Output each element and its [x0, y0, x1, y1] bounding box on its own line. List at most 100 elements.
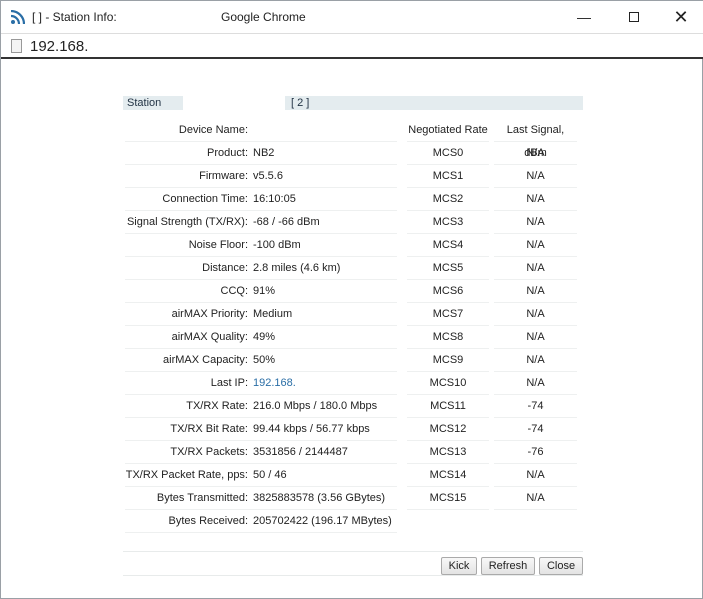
info-label: airMAX Priority: — [171, 308, 248, 320]
rate-cell: MCS8 — [407, 326, 489, 349]
signal-cell: N/A — [494, 487, 577, 510]
info-label: airMAX Quality: — [171, 331, 248, 343]
rate-row: MCS8 N/A — [407, 326, 577, 349]
info-row: Device Name: — [125, 119, 397, 142]
info-row: airMAX Priority: Medium — [125, 303, 397, 326]
signal-cell: -76 — [494, 441, 577, 464]
info-value: 3825883578 (3.56 GBytes) — [253, 492, 386, 504]
signal-cell: N/A — [494, 280, 577, 303]
rate-cell: MCS12 — [407, 418, 489, 441]
signal-cell: N/A — [494, 349, 577, 372]
info-label: TX/RX Packets: — [170, 446, 248, 458]
info-value: 2.8 miles (4.6 km) — [253, 262, 341, 274]
window-title: [ ] - Station Info: — [32, 10, 117, 24]
info-row: Last IP: 192.168. — [125, 372, 397, 395]
rate-row: MCS6 N/A — [407, 280, 577, 303]
station-header: Station — [123, 96, 183, 110]
rates-header: Negotiated Rate Last Signal, dBm — [407, 119, 577, 159]
info-value: 216.0 Mbps / 180.0 Mbps — [253, 400, 378, 412]
rate-row: MCS12 -74 — [407, 418, 577, 441]
info-value: -100 dBm — [253, 239, 301, 251]
info-label: Noise Floor: — [188, 239, 248, 251]
info-label: Firmware: — [199, 170, 248, 182]
info-label: TX/RX Packet Rate, pps: — [125, 469, 248, 481]
info-row: airMAX Quality: 49% — [125, 326, 397, 349]
info-value: 91% — [253, 285, 276, 297]
rate-cell: MCS15 — [407, 487, 489, 510]
rate-row: MCS10 N/A — [407, 372, 577, 395]
rss-icon — [11, 10, 25, 24]
rate-cell: MCS6 — [407, 280, 489, 303]
url-text: 192.168. — [30, 38, 89, 55]
rate-cell: MCS13 — [407, 441, 489, 464]
divider — [123, 575, 583, 576]
info-label: TX/RX Bit Rate: — [170, 423, 248, 435]
signal-cell: N/A — [494, 257, 577, 280]
info-row: Firmware: v5.5.6 — [125, 165, 397, 188]
info-row: TX/RX Rate: 216.0 Mbps / 180.0 Mbps — [125, 395, 397, 418]
rate-row: MCS5 N/A — [407, 257, 577, 280]
info-label: CCQ: — [220, 285, 249, 297]
info-label: Signal Strength (TX/RX): — [126, 216, 248, 228]
rate-row: MCS0 N/A — [407, 142, 577, 165]
rate-row: MCS14 N/A — [407, 464, 577, 487]
rate-row: MCS2 N/A — [407, 188, 577, 211]
last-ip-link[interactable]: 192.168. — [253, 377, 397, 389]
signal-cell: N/A — [494, 464, 577, 487]
info-label: TX/RX Rate: — [186, 400, 248, 412]
rate-cell: MCS14 — [407, 464, 489, 487]
rate-cell: MCS2 — [407, 188, 489, 211]
info-row: Bytes Transmitted: 3825883578 (3.56 GByte… — [125, 487, 397, 510]
signal-cell: N/A — [494, 211, 577, 234]
info-row: TX/RX Packet Rate, pps: 50 / 46 — [125, 464, 397, 487]
info-row: airMAX Capacity: 50% — [125, 349, 397, 372]
signal-cell: -74 — [494, 395, 577, 418]
rate-cell: MCS3 — [407, 211, 489, 234]
rate-row: MCS7 N/A — [407, 303, 577, 326]
maximize-button[interactable] — [614, 5, 654, 29]
address-bar[interactable]: 192.168. — [1, 33, 703, 59]
info-value: 49% — [253, 331, 276, 343]
info-row: Bytes Received: 205702422 (196.17 MBytes) — [125, 510, 397, 533]
rate-cell: MCS7 — [407, 303, 489, 326]
close-button[interactable]: Close — [539, 557, 583, 575]
maximize-icon — [629, 12, 639, 22]
info-label: airMAX Capacity: — [163, 354, 248, 366]
kick-button[interactable]: Kick — [441, 557, 477, 575]
signal-cell: N/A — [494, 234, 577, 257]
info-row: TX/RX Bit Rate: 99.44 kbps / 56.77 kbps — [125, 418, 397, 441]
info-value: 99.44 kbps / 56.77 kbps — [253, 423, 370, 435]
signal-cell: -74 — [494, 418, 577, 441]
info-label: Connection Time: — [162, 193, 248, 205]
info-row: Noise Floor: -100 dBm — [125, 234, 397, 257]
minimize-button[interactable]: — — [564, 5, 604, 29]
info-row: Distance: 2.8 miles (4.6 km) — [125, 257, 397, 280]
signal-cell: N/A — [494, 165, 577, 188]
rate-row: MCS9 N/A — [407, 349, 577, 372]
signal-cell: N/A — [494, 303, 577, 326]
refresh-button[interactable]: Refresh — [481, 557, 535, 575]
close-window-button[interactable]: ✕ — [661, 5, 701, 29]
rate-row: MCS3 N/A — [407, 211, 577, 234]
info-label: Last IP: — [210, 377, 248, 389]
info-value: 3531856 / 2144487 — [253, 446, 348, 458]
rate-row: MCS4 N/A — [407, 234, 577, 257]
title-bar: [ ] - Station Info: Google Chrome — ✕ — [1, 1, 703, 33]
column-header: Last Signal, dBm — [494, 119, 577, 159]
station-id: [ 2 ] — [285, 96, 583, 110]
info-row: Product: NB2 — [125, 142, 397, 165]
info-value: 205702422 (196.17 MBytes) — [253, 515, 392, 527]
page-icon — [11, 39, 22, 53]
rate-row: MCS11 -74 — [407, 395, 577, 418]
info-row: Signal Strength (TX/RX): -68 / -66 dBm — [125, 211, 397, 234]
info-label: Device Name: — [178, 124, 248, 136]
info-value: v5.5.6 — [253, 170, 283, 182]
station-info-table: Device Name: Product: NB2 Firmware: v5.5.6 Co… — [125, 119, 397, 533]
info-row: Connection Time: 16:10:05 — [125, 188, 397, 211]
rate-cell: MCS0 — [407, 142, 489, 165]
info-label: Distance: — [202, 262, 248, 274]
info-value: NB2 — [253, 147, 275, 159]
rate-cell: MCS10 — [407, 372, 489, 395]
info-value: 50% — [253, 354, 276, 366]
rate-row: MCS15 N/A — [407, 487, 577, 510]
